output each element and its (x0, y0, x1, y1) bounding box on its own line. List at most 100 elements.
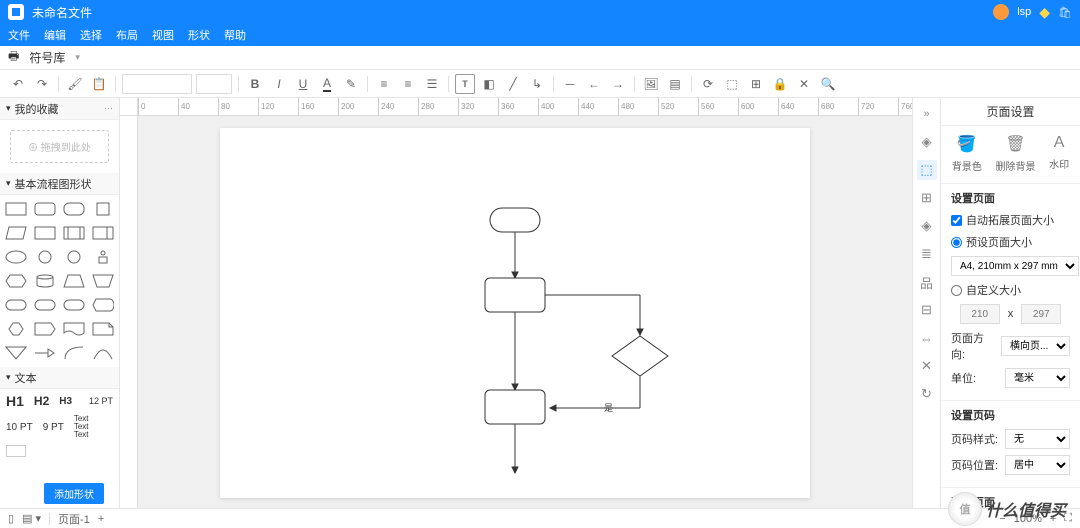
shape-arc[interactable] (62, 343, 87, 363)
menu-edit[interactable]: 编辑 (44, 27, 66, 43)
shape-roundrect[interactable] (33, 199, 58, 219)
align-left-icon[interactable]: ≡ (374, 74, 394, 94)
unit-select[interactable]: 毫米 (1005, 368, 1070, 388)
arrow-end-icon[interactable]: → (608, 74, 628, 94)
font-size-select[interactable] (196, 74, 232, 94)
auto-expand-checkbox[interactable] (951, 215, 962, 226)
custom-size-radio[interactable] (951, 285, 962, 296)
canvas-area[interactable]: 0408012016020024028032036040044048052056… (120, 98, 912, 508)
tab-delete-bg[interactable]: 🗑删除背景 (995, 134, 1035, 173)
shape-flag[interactable] (33, 319, 58, 339)
align-center-icon[interactable]: ≡ (398, 74, 418, 94)
terminator-shape[interactable] (490, 208, 540, 232)
decision-shape[interactable] (612, 336, 668, 376)
shape-square[interactable] (90, 199, 115, 219)
layers-icon[interactable]: ▤ (665, 74, 685, 94)
arrow-start-icon[interactable]: ← (584, 74, 604, 94)
shape-tri[interactable] (4, 343, 29, 363)
tab-bg-color[interactable]: 🪣背景色 (952, 134, 982, 173)
resize-icon[interactable]: ⇔ (917, 328, 937, 348)
shape-arc2[interactable] (90, 343, 115, 363)
font-family-select[interactable] (122, 74, 192, 94)
process-shape-1[interactable] (485, 278, 545, 312)
shape-terminator[interactable] (62, 295, 87, 315)
zoom-out-button[interactable]: − (999, 513, 1005, 525)
db-icon[interactable]: ≣ (917, 244, 937, 264)
shape-display[interactable] (90, 295, 115, 315)
theme-icon[interactable]: ◈ (917, 132, 937, 152)
shape-rect[interactable] (4, 199, 29, 219)
outline-icon[interactable]: ▯ (8, 512, 14, 525)
grid-icon[interactable]: ⊞ (917, 188, 937, 208)
shape-library-toggle[interactable]: 符号库 (29, 49, 65, 66)
favorites-dropzone[interactable]: ⊕ 拖拽到此处 (10, 130, 109, 163)
line-style-icon[interactable]: ─ (560, 74, 580, 94)
insert-image-icon[interactable]: 🖼 (641, 74, 661, 94)
collapse-right-icon[interactable]: » (917, 104, 937, 124)
connector-icon[interactable]: ↳ (527, 74, 547, 94)
shape-subprocess[interactable] (62, 223, 87, 243)
shape-stadium2[interactable] (33, 295, 58, 315)
basic-shapes-header[interactable]: ▾基本流程图形状 (0, 173, 119, 195)
arrange-icon[interactable]: ✕ (917, 356, 937, 376)
tab-watermark[interactable]: A水印 (1049, 134, 1069, 173)
add-shapes-button[interactable]: 添加形状 (44, 483, 104, 504)
page-tab[interactable]: 页面-1 (58, 511, 90, 527)
cart-icon[interactable]: 🛍 (1058, 6, 1072, 19)
shape-trapezoid2[interactable] (90, 271, 115, 291)
shape-hexagon[interactable] (4, 271, 29, 291)
highlight-icon[interactable]: ✎ (341, 74, 361, 94)
text-header[interactable]: ▾文本 (0, 367, 119, 389)
menu-layout[interactable]: 布局 (116, 27, 138, 43)
lock-icon[interactable]: 🔒 (770, 74, 790, 94)
shape-cylinder[interactable] (33, 271, 58, 291)
shape-circle2[interactable] (62, 247, 87, 267)
zoom-in-button[interactable]: + (1050, 513, 1056, 525)
clipboard-icon[interactable]: 📋 (89, 74, 109, 94)
preset-size-radio[interactable] (951, 237, 962, 248)
add-page-button[interactable]: + (98, 513, 104, 525)
page-size-select[interactable]: A4, 210mm x 297 mm (951, 256, 1079, 276)
shape-parallelogram[interactable] (4, 223, 29, 243)
history-icon[interactable]: ↻ (917, 384, 937, 404)
menu-file[interactable]: 文件 (8, 27, 30, 43)
orientation-select[interactable]: 横向页... (1001, 336, 1070, 356)
shape-doc[interactable] (62, 319, 87, 339)
menu-select[interactable]: 选择 (80, 27, 102, 43)
shape-note[interactable] (90, 319, 115, 339)
menu-shape[interactable]: 形状 (188, 27, 210, 43)
shape-ellipse[interactable] (4, 247, 29, 267)
bold-icon[interactable]: B (245, 74, 265, 94)
heading-h2[interactable]: H2 (34, 394, 49, 408)
align-strip-icon[interactable]: 品 (917, 272, 937, 292)
fullscreen-icon[interactable]: ⛶ (1064, 512, 1072, 525)
text-sample[interactable]: TextTextText (74, 415, 89, 439)
shape-hex2[interactable] (4, 319, 29, 339)
shape-actor[interactable] (90, 247, 115, 267)
heading-h1[interactable]: H1 (6, 393, 24, 409)
page-settings-icon[interactable]: ⬚ (917, 160, 937, 180)
line-color-icon[interactable]: ╱ (503, 74, 523, 94)
underline-icon[interactable]: U (293, 74, 313, 94)
shape-line[interactable] (33, 343, 58, 363)
favorites-header[interactable]: ▾我的收藏⋯ (0, 98, 119, 120)
redo-icon[interactable]: ↷ (32, 74, 52, 94)
number-position-select[interactable]: 居中 (1005, 455, 1070, 475)
shape-stadium[interactable] (4, 295, 29, 315)
search-icon[interactable]: 🔍 (818, 74, 838, 94)
undo-icon[interactable]: ↶ (8, 74, 28, 94)
shape-circle[interactable] (33, 247, 58, 267)
fill-color-icon[interactable]: ◧ (479, 74, 499, 94)
user-name[interactable]: lsp (1017, 6, 1031, 18)
heading-h3[interactable]: H3 (59, 396, 72, 407)
number-style-select[interactable]: 无 (1005, 429, 1070, 449)
group-icon[interactable]: ⊞ (746, 74, 766, 94)
settings-icon[interactable]: ✕ (794, 74, 814, 94)
shape-rect2[interactable] (33, 223, 58, 243)
print-icon[interactable]: 🖶 (8, 47, 19, 68)
user-avatar[interactable] (993, 4, 1009, 20)
shape-card[interactable] (90, 223, 115, 243)
menu-help[interactable]: 帮助 (224, 27, 246, 43)
shape-trapezoid[interactable] (62, 271, 87, 291)
page[interactable]: 是 (220, 128, 810, 498)
